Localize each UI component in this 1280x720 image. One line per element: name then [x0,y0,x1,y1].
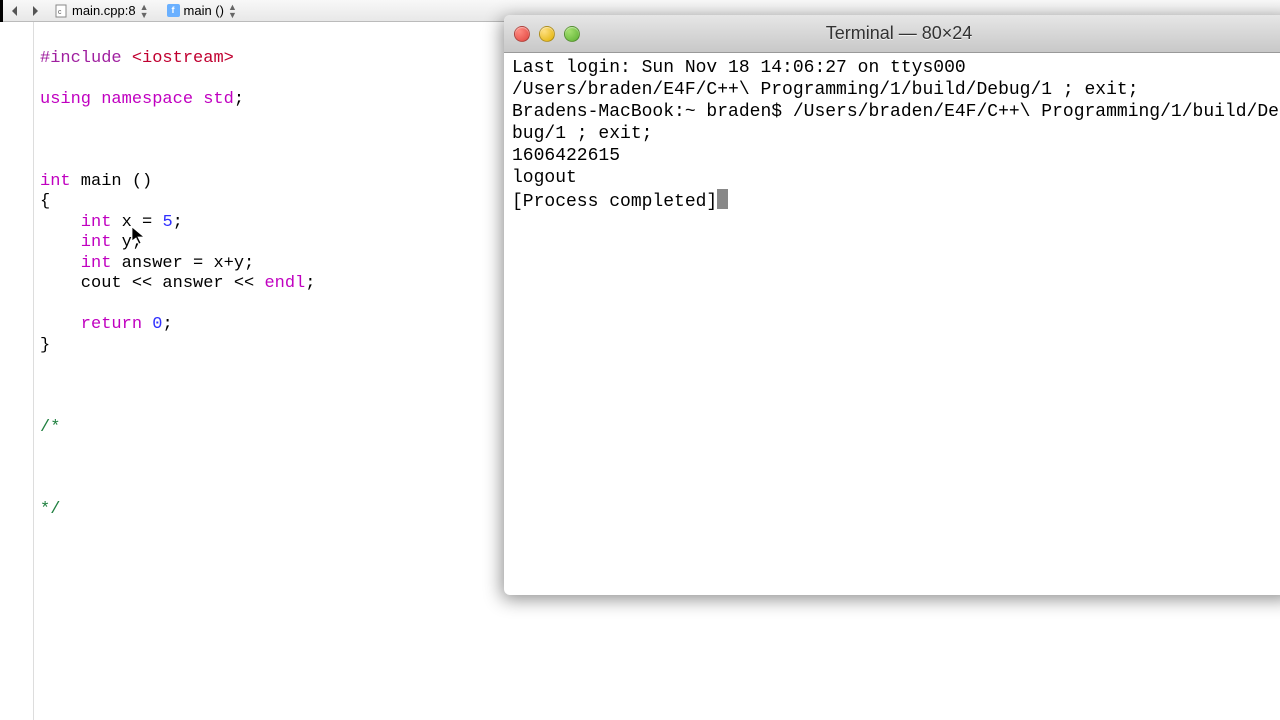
code-token: ; [305,274,315,293]
code-token: using [40,90,91,109]
terminal-title: Terminal — 80×24 [504,23,1280,44]
code-token: return [40,315,142,334]
terminal-line: [Process completed] [512,192,717,212]
traffic-lights [514,26,580,42]
updown-icon: ▲▼ [140,3,149,19]
code-token: answer = x+y; [111,254,254,273]
code-token: endl [264,274,305,293]
code-token: int [40,172,71,191]
code-token: cout << answer << [40,274,264,293]
code-token: namespace [91,90,203,109]
code-token: std [203,90,234,109]
code-token: ; [173,213,183,232]
file-label: main.cpp:8 [72,3,136,18]
code-token: <iostream> [132,49,234,68]
file-breadcrumb[interactable]: c main.cpp:8 ▲▼ [48,3,155,19]
code-token: main () [71,172,153,191]
function-breadcrumb[interactable]: f main () ▲▼ [161,3,243,19]
zoom-button[interactable] [564,26,580,42]
terminal-output[interactable]: Last login: Sun Nov 18 14:06:27 on ttys0… [504,53,1280,217]
function-label: main () [184,3,224,18]
code-token: y; [111,233,142,252]
code-token: ; [234,90,244,109]
cpp-file-icon: c [54,4,68,18]
close-button[interactable] [514,26,530,42]
code-token: { [40,192,50,211]
code-token: 5 [162,213,172,232]
code-token [142,315,152,334]
code-token: #include [40,49,132,68]
code-token: */ [40,500,60,519]
terminal-line: logout [512,167,1280,189]
terminal-line: Last login: Sun Nov 18 14:06:27 on ttys0… [512,57,1280,79]
updown-icon: ▲▼ [228,3,237,19]
code-token: int [40,254,111,273]
minimize-button[interactable] [539,26,555,42]
code-token: } [40,336,50,355]
back-arrow-icon[interactable] [8,4,22,18]
code-token: ; [162,315,172,334]
code-token: 0 [152,315,162,334]
terminal-line: /Users/braden/E4F/C++\ Programming/1/bui… [512,79,1280,101]
terminal-cursor [717,189,728,209]
terminal-line: Bradens-MacBook:~ braden$ /Users/braden/… [512,101,1280,145]
svg-text:c: c [58,9,62,16]
function-icon: f [167,4,180,17]
forward-arrow-icon[interactable] [28,4,42,18]
code-token: x = [111,213,162,232]
terminal-line: 1606422615 [512,145,1280,167]
terminal-window: Terminal — 80×24 Last login: Sun Nov 18 … [504,15,1280,595]
code-token: int [40,213,111,232]
code-token: /* [40,418,60,437]
code-token: int [40,233,111,252]
terminal-titlebar[interactable]: Terminal — 80×24 [504,15,1280,53]
